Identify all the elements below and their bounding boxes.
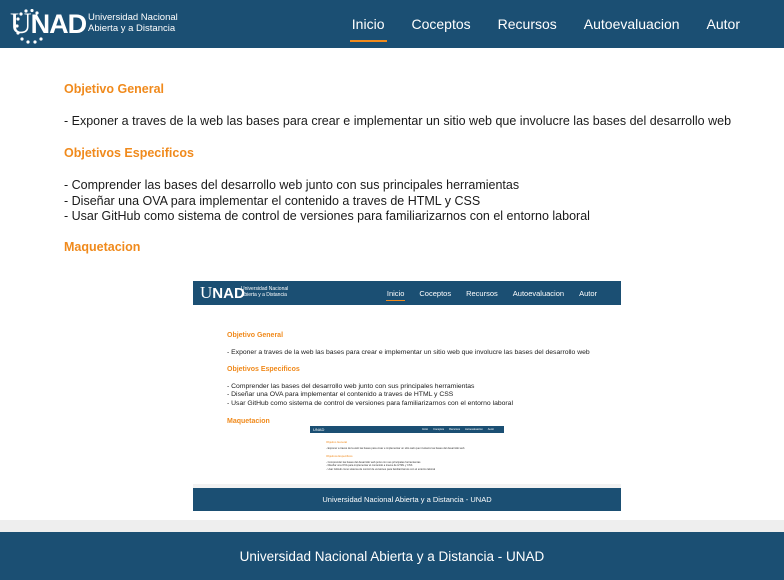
preview-nav-conceptos: Coceptos (419, 288, 452, 298)
nested-heading-especificos: Objetivos Especificos (326, 454, 353, 458)
main-nav: Inicio Coceptos Recursos Autoevaluacion … (325, 0, 740, 48)
objetivos-especificos-heading: Objetivos Especificos (64, 146, 194, 160)
nested-nav-item: Recursos (449, 428, 461, 431)
preview-logo: UNAD (200, 283, 245, 302)
objetivos-especificos-list: - Comprender las bases del desarrollo we… (64, 178, 590, 225)
nested-list: - Comprender las bases del desarrollo we… (326, 461, 435, 471)
footer-divider (0, 520, 784, 532)
list-item: - Comprender las bases del desarrollo we… (64, 178, 520, 192)
nested-nav-item: Autoevaluacion (465, 428, 483, 431)
preview-objetivo-general-text: - Exponer a traves de la web las bases p… (227, 349, 590, 356)
nested-nav-item: Inicio (422, 428, 429, 431)
list-item: - Usar GitHub como sistema de control de… (326, 467, 436, 471)
nav-autor[interactable]: Autor (707, 10, 740, 38)
nested-heading-general: Objetivo General (326, 440, 347, 444)
logo-subtitle: Universidad Nacional Abierta y a Distanc… (88, 12, 178, 34)
nested-preview-header: UNAD Inicio Coceptos Recursos Autoevalua… (310, 426, 504, 433)
nav-conceptos[interactable]: Coceptos (411, 10, 470, 38)
list-item: - Comprender las bases del desarrollo we… (227, 383, 475, 390)
preview-nav-autor: Autor (579, 288, 597, 298)
nested-nav-item: Autor (487, 428, 494, 431)
top-header: UNAD Universidad Nacional Abierta y a Di… (0, 0, 784, 48)
page-footer: Universidad Nacional Abierta y a Distanc… (0, 532, 784, 580)
nav-inicio[interactable]: Inicio (349, 10, 388, 42)
preview-maquetacion-heading: Maquetacion (227, 418, 270, 425)
nested-preview-nav: Inicio Coceptos Recursos Autoevaluacion … (417, 426, 494, 433)
nested-preview-logo: UNAD (313, 427, 325, 432)
list-item: - Usar GitHub como sistema de control de… (227, 399, 513, 407)
preview-objetivos-especificos-list: - Comprender las bases del desarrollo we… (227, 383, 513, 408)
preview-header: UNAD Universidad Nacional Abierta y a Di… (193, 281, 621, 305)
maquetacion-screenshot: UNAD Universidad Nacional Abierta y a Di… (193, 281, 621, 511)
list-item: - Diseñar una OVA para implementar el co… (227, 391, 454, 399)
logo-dots-icon (15, 9, 43, 44)
preview-objetivo-general-heading: Objetivo General (227, 332, 284, 339)
preview-logo-subtitle: Universidad Nacional Abierta y a Distanc… (241, 286, 289, 298)
preview-nav-inicio: Inicio (385, 288, 405, 301)
preview-nav-recursos: Recursos (466, 288, 498, 298)
nested-text-general: - Exponer a traves de la web las bases p… (326, 447, 465, 450)
objetivo-general-heading: Objetivo General (64, 82, 165, 96)
nested-preview: UNAD Inicio Coceptos Recursos Autoevalua… (310, 426, 504, 484)
preview-footer: Universidad Nacional Abierta y a Distanc… (193, 488, 621, 511)
nested-nav-item: Coceptos (433, 428, 445, 431)
maquetacion-heading: Maquetacion (64, 240, 141, 254)
nav-autoevaluacion[interactable]: Autoevaluacion (584, 10, 680, 38)
nav-recursos[interactable]: Recursos (498, 10, 557, 38)
preview-objetivos-especificos-heading: Objetivos Especificos (227, 366, 300, 373)
list-item: - Diseñar una OVA para implementar el co… (64, 193, 481, 208)
preview-nav-autoevaluacion: Autoevaluacion (512, 288, 565, 298)
objetivo-general-text: - Exponer a traves de la web las bases p… (64, 114, 732, 128)
list-item: - Usar GitHub como sistema de control de… (64, 209, 590, 223)
preview-nav: Inicio Coceptos Recursos Autoevaluacion … (372, 281, 597, 305)
